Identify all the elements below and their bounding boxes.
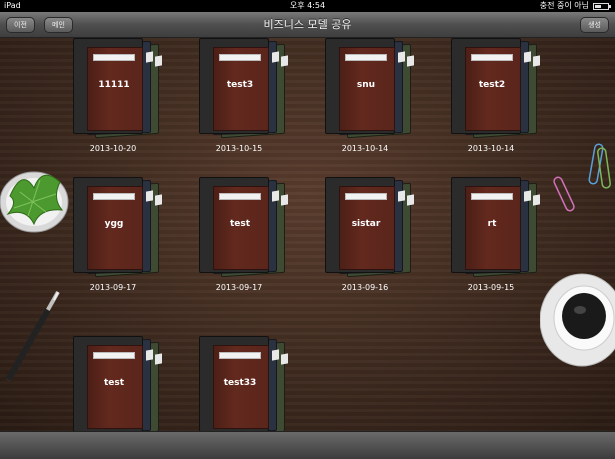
project-item[interactable]: 11111 2013-10-20 [73, 38, 183, 160]
binder-icon: test3 [199, 38, 289, 139]
pen-icon [5, 291, 60, 382]
binder-icon: 11111 [73, 38, 163, 139]
project-item[interactable]: snu 2013-10-14 [325, 38, 435, 160]
project-date: 2013-09-17 [215, 283, 263, 292]
project-name: rt [487, 219, 497, 229]
project-name: snu [356, 80, 376, 90]
navigation-bar: 이전 메인 비즈니스 모델 공유 생성 [0, 12, 615, 38]
project-name: ygg [104, 219, 124, 229]
project-item[interactable]: ygg 2013-09-17 [73, 177, 183, 299]
project-name: test2 [478, 80, 506, 90]
page-title: 비즈니스 모델 공유 [263, 18, 352, 31]
binder-icon: test2 [451, 38, 541, 139]
project-name: 11111 [98, 80, 130, 90]
project-item[interactable]: rt 2013-09-15 [451, 177, 561, 299]
project-date: 2013-09-17 [89, 283, 137, 292]
binder-icon: sistar [325, 177, 415, 278]
project-item[interactable]: test2 2013-10-14 [451, 38, 561, 160]
status-right: 충전 중이 아님 [539, 0, 611, 12]
project-date: 2013-09-16 [341, 283, 389, 292]
project-item[interactable]: sistar 2013-09-16 [325, 177, 435, 299]
battery-status-text: 충전 중이 아님 [539, 1, 589, 10]
project-name: test [229, 219, 251, 229]
battery-icon [593, 2, 611, 10]
project-name: test3 [226, 80, 254, 90]
plant-bowl-icon [0, 171, 69, 233]
binder-icon: test33 [199, 336, 289, 437]
binder-icon: ygg [73, 177, 163, 278]
binder-icon: test [199, 177, 289, 278]
create-button[interactable]: 생성 [580, 17, 609, 33]
status-time: 오후 4:54 [289, 1, 326, 10]
status-bar: iPad 오후 4:54 충전 중이 아님 [0, 0, 615, 12]
project-date: 2013-10-14 [467, 144, 515, 153]
project-item[interactable]: test 2013-09-17 [199, 177, 309, 299]
bottom-toolbar [0, 431, 615, 459]
binder-icon: test [73, 336, 163, 437]
project-date: 2013-09-15 [467, 283, 515, 292]
binder-icon: rt [451, 177, 541, 278]
project-name: test33 [223, 378, 257, 388]
project-date: 2013-10-20 [89, 144, 137, 153]
binder-icon: snu [325, 38, 415, 139]
project-name: sistar [351, 219, 381, 229]
project-item[interactable]: test3 2013-10-15 [199, 38, 309, 160]
project-name: test [103, 378, 125, 388]
project-date: 2013-10-14 [341, 144, 389, 153]
project-date: 2013-10-15 [215, 144, 263, 153]
